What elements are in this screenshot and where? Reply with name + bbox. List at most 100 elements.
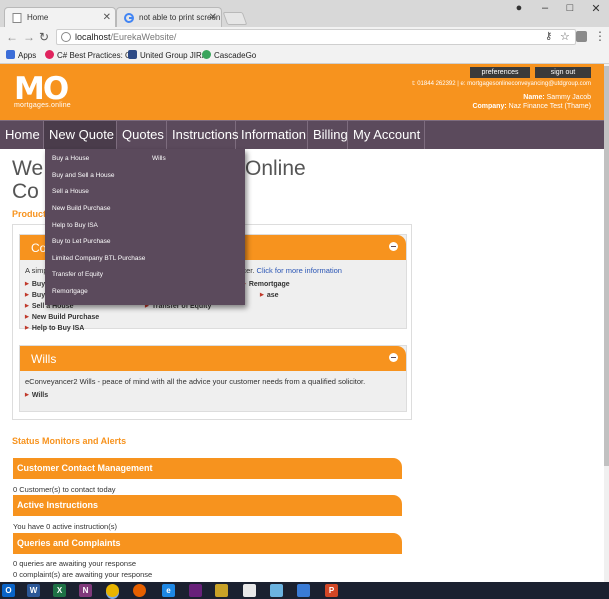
more-info-link[interactable]: Click for more information (257, 266, 342, 275)
remote-desktop-icon[interactable] (297, 584, 310, 597)
nav-information[interactable]: Information (236, 121, 308, 149)
windows-taskbar: O W X N e P (0, 582, 609, 599)
dropdown-item[interactable]: Sell a House (52, 188, 89, 195)
welcome-text: Co (12, 180, 39, 203)
active-instructions-text: You have 0 active instruction(s) (13, 522, 117, 531)
queries-complaints-bar[interactable]: Queries and Complaints (13, 533, 402, 554)
address-bar[interactable]: localhost/EurekaWebsite/ ⚷ ☆ (56, 29, 576, 45)
dropdown-item[interactable]: Wills (152, 155, 166, 162)
logo-main: MO (14, 71, 69, 107)
url-host: localhost (75, 32, 111, 42)
bookmarks-bar: Apps C# Best Practices: Co United Group … (0, 47, 609, 64)
sql-tool-icon[interactable] (215, 584, 228, 597)
bookmark-csharp[interactable]: C# Best Practices: Co (45, 50, 135, 60)
collapse-icon[interactable] (389, 242, 398, 251)
nav-home[interactable]: Home (0, 121, 44, 149)
page-favicon-icon (12, 13, 22, 23)
user-name: Name: Sammy Jacob (523, 94, 591, 101)
bookmark-jira[interactable]: United Group JIRA (128, 50, 207, 60)
nav-billing[interactable]: Billing (308, 121, 348, 149)
bookmark-cascadego[interactable]: CascadeGo (202, 50, 256, 60)
nav-my-account[interactable]: My Account (348, 121, 425, 149)
contact-details: t: 01844 262392 | e: mortgagesonlineconv… (412, 81, 591, 87)
profile-icon[interactable]: ● (511, 2, 527, 14)
page-scrollbar[interactable] (604, 64, 609, 582)
notepad-icon[interactable] (243, 584, 256, 597)
powerpoint-icon[interactable]: P (325, 584, 338, 597)
cs-icon (45, 50, 54, 59)
welcome-text: Online (245, 157, 306, 180)
wills-panel-header[interactable]: Wills (20, 346, 406, 371)
dropdown-item[interactable]: New Build Purchase (52, 205, 111, 212)
paint-icon[interactable] (270, 584, 283, 597)
product-link-text[interactable]: ase (260, 292, 279, 299)
user-company: Company: Naz Finance Test (Thame) (472, 103, 591, 110)
preferences-button[interactable]: preferences (470, 67, 530, 78)
back-icon[interactable]: ← (6, 30, 18, 44)
queries-text: 0 queries are awaiting your response (13, 559, 136, 568)
dropdown-item[interactable]: Transfer of Equity (52, 271, 103, 278)
product-link[interactable]: Buy (25, 292, 45, 299)
bookmark-apps[interactable]: Apps (6, 50, 36, 60)
site-info-icon[interactable] (61, 32, 71, 42)
dropdown-item[interactable]: Remortgage (52, 288, 88, 295)
excel-icon[interactable]: X (53, 584, 66, 597)
dropdown-item[interactable]: Limited Company BTL Purchase (52, 255, 145, 262)
dropdown-item[interactable]: Buy to Let Purchase (52, 238, 111, 245)
cascade-icon (202, 50, 211, 59)
nav-new-quote[interactable]: New Quote (44, 121, 117, 149)
jira-icon (128, 50, 137, 59)
product-link[interactable]: New Build Purchase (25, 314, 99, 321)
forward-icon[interactable]: → (23, 30, 35, 44)
onenote-icon[interactable]: N (79, 584, 92, 597)
reload-icon[interactable]: ↻ (39, 30, 49, 44)
dropdown-item[interactable]: Buy and Sell a House (52, 172, 115, 179)
bookmark-star-icon[interactable]: ☆ (560, 30, 570, 43)
customer-contact-bar[interactable]: Customer Contact Management (13, 458, 402, 479)
collapse-icon[interactable] (389, 353, 398, 362)
site-logo[interactable]: MO mortgages.online (14, 71, 71, 110)
visual-studio-icon[interactable] (189, 584, 202, 597)
dropdown-item[interactable]: Buy a House (52, 155, 89, 162)
close-window-icon[interactable]: ✕ (588, 2, 604, 15)
status-heading: Status Monitors and Alerts (12, 436, 127, 446)
outlook-icon[interactable]: O (2, 584, 15, 597)
minimize-icon[interactable]: – (537, 2, 553, 14)
welcome-heading: We Online Co (12, 157, 306, 203)
new-tab-button[interactable] (222, 12, 248, 25)
close-tab-icon[interactable]: ✕ (103, 12, 111, 23)
bookmark-label: CascadeGo (214, 51, 257, 60)
bookmark-label: C# Best Practices: Co (57, 51, 136, 60)
dropdown-item[interactable]: Help to Buy ISA (52, 222, 98, 229)
ie-icon[interactable]: e (162, 584, 175, 597)
product-link[interactable]: Wills (25, 392, 48, 399)
tab-home[interactable]: Home ✕ (4, 7, 116, 27)
panel-text: ancer. Click for more information (234, 266, 342, 275)
chrome-icon[interactable] (106, 584, 119, 597)
active-instructions-bar[interactable]: Active Instructions (13, 495, 402, 516)
new-quote-dropdown: Buy a House Buy and Sell a House Sell a … (45, 149, 245, 305)
product-link[interactable]: Help to Buy ISA (25, 325, 85, 332)
nav-quotes[interactable]: Quotes (117, 121, 167, 149)
sign-out-button[interactable]: sign out (535, 67, 591, 78)
scrollbar-thumb[interactable] (604, 66, 609, 466)
key-icon[interactable]: ⚷ (545, 31, 552, 42)
browser-tab-strip: Home ✕ not able to print screen o ✕ ● – … (0, 0, 609, 27)
word-icon[interactable]: W (27, 584, 40, 597)
product-link[interactable]: Buy (25, 281, 45, 288)
welcome-text: We (12, 157, 44, 180)
panel-text: eConveyancer2 Wills - peace of mind with… (25, 377, 366, 386)
extension-icon[interactable] (576, 31, 587, 42)
maximize-icon[interactable]: □ (562, 2, 578, 14)
url-path: /EurekaWebsite/ (110, 32, 177, 42)
nav-instructions[interactable]: Instructions (167, 121, 238, 149)
tab-google-search[interactable]: not able to print screen o ✕ (116, 7, 222, 27)
firefox-icon[interactable] (133, 584, 146, 597)
products-heading: Product (12, 209, 47, 219)
name-label: Name: (523, 94, 545, 101)
browser-menu-icon[interactable]: ⋮ (594, 29, 606, 43)
product-link[interactable]: Remortgage (242, 281, 290, 288)
logo-sub: mortgages.online (14, 102, 71, 109)
close-tab-icon[interactable]: ✕ (209, 12, 217, 23)
bookmark-label: Apps (18, 51, 37, 60)
